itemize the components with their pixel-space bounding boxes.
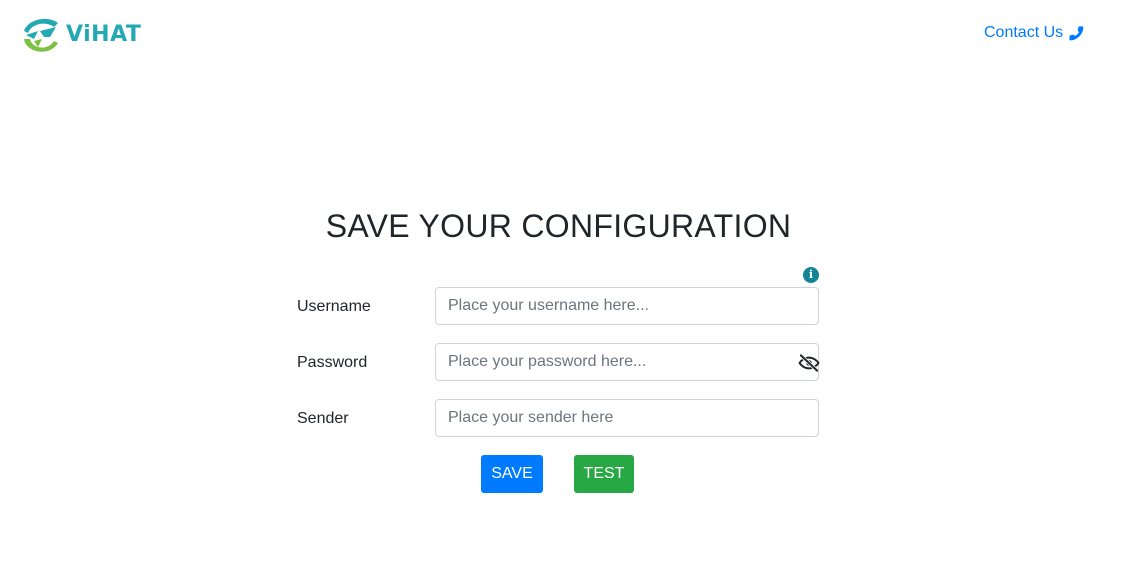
username-input[interactable]	[435, 287, 819, 325]
contact-us-label: Contact Us	[984, 24, 1064, 41]
vihat-logo-icon	[24, 18, 58, 52]
info-icon[interactable]: i	[803, 267, 819, 283]
page-title: SAVE YOUR CONFIGURATION	[325, 208, 792, 244]
vihat-logo-text: ViHAT	[66, 22, 142, 47]
sender-label: Sender	[297, 410, 349, 427]
contact-us-link[interactable]: Contact Us	[984, 24, 1085, 42]
password-label: Password	[297, 354, 368, 371]
sender-input[interactable]	[435, 399, 819, 437]
phone-icon	[1069, 25, 1084, 40]
save-button[interactable]: SAVE	[481, 455, 543, 493]
test-button[interactable]: TEST	[574, 455, 634, 493]
password-input[interactable]	[435, 343, 819, 381]
top-header: ViHAT Contact Us	[0, 0, 1127, 72]
username-label: Username	[297, 298, 371, 315]
eye-slash-icon[interactable]	[798, 354, 820, 372]
vihat-logo[interactable]: ViHAT	[20, 13, 141, 57]
